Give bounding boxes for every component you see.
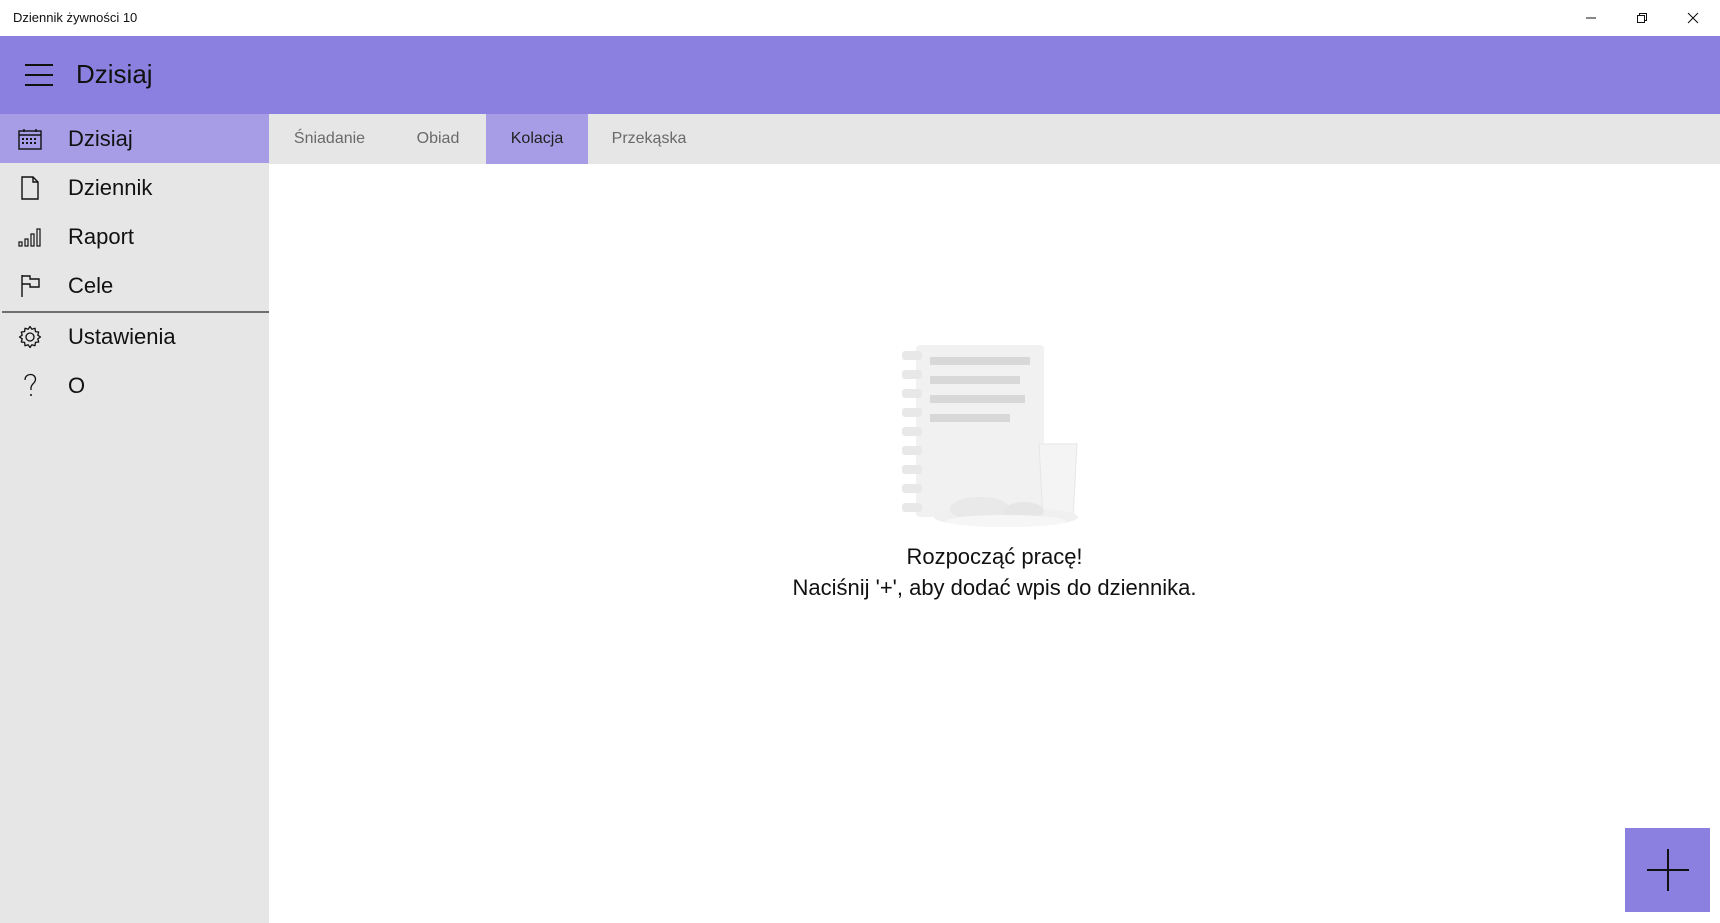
- tab-przekaska[interactable]: Przekąska: [588, 114, 710, 164]
- flag-icon: [17, 273, 43, 299]
- sidebar-item-ustawienia[interactable]: Ustawienia: [0, 312, 269, 361]
- document-icon: [17, 175, 43, 201]
- tab-kolacja[interactable]: Kolacja: [486, 114, 588, 164]
- tab-label: Śniadanie: [293, 130, 366, 147]
- main-content: Rozpocząć pracę! Naciśnij '+', aby dodać…: [269, 164, 1720, 923]
- page-title: Dzisiaj: [76, 59, 153, 89]
- plus-icon: [1646, 849, 1689, 891]
- sidebar-item-label: Raport: [68, 224, 135, 249]
- tab-obiad[interactable]: Obiad: [390, 114, 486, 164]
- empty-state-title: Rozpocząć pracę!: [906, 544, 1083, 569]
- calendar-icon: [17, 126, 43, 152]
- tab-label: Obiad: [416, 130, 460, 147]
- restore-button[interactable]: [1617, 0, 1667, 36]
- close-button[interactable]: [1668, 0, 1718, 36]
- close-icon: [1687, 12, 1699, 24]
- tab-label: Kolacja: [510, 130, 564, 147]
- window-titlebar: Dziennik żywności 10: [0, 0, 1720, 36]
- app-header: Dzisiaj: [0, 36, 1720, 114]
- notebook-illustration: [902, 339, 1092, 534]
- tab-label: Przekąska: [611, 130, 687, 147]
- meal-tabs: Śniadanie Obiad Kolacja Przekąska: [269, 114, 1720, 164]
- sidebar-item-label: O: [68, 373, 86, 398]
- sidebar-item-cele[interactable]: Cele: [0, 261, 269, 310]
- sidebar-item-o[interactable]: O: [0, 361, 269, 410]
- restore-icon: [1637, 13, 1647, 23]
- sidebar: Dzisiaj Dziennik Raport Cele Ustawienia …: [0, 114, 269, 923]
- minimize-icon: [1586, 17, 1596, 19]
- gear-icon: [17, 324, 43, 350]
- add-entry-button[interactable]: [1625, 828, 1710, 912]
- sidebar-item-label: Cele: [68, 273, 114, 298]
- sidebar-item-raport[interactable]: Raport: [0, 212, 269, 261]
- bar-chart-icon: [17, 224, 43, 250]
- window-title: Dziennik żywności 10: [13, 10, 138, 25]
- minimize-button[interactable]: [1566, 0, 1616, 36]
- sidebar-item-label: Dzisiaj: [68, 126, 133, 151]
- empty-state-hint: Naciśnij '+', aby dodać wpis do dziennik…: [792, 575, 1197, 600]
- question-icon: [17, 373, 43, 399]
- sidebar-item-dziennik[interactable]: Dziennik: [0, 163, 269, 212]
- sidebar-item-dzisiaj[interactable]: Dzisiaj: [0, 114, 269, 163]
- sidebar-item-label: Ustawienia: [68, 324, 176, 349]
- hamburger-icon: [25, 64, 53, 86]
- menu-button[interactable]: [22, 58, 56, 92]
- tab-sniadanie[interactable]: Śniadanie: [269, 114, 390, 164]
- sidebar-item-label: Dziennik: [68, 175, 153, 200]
